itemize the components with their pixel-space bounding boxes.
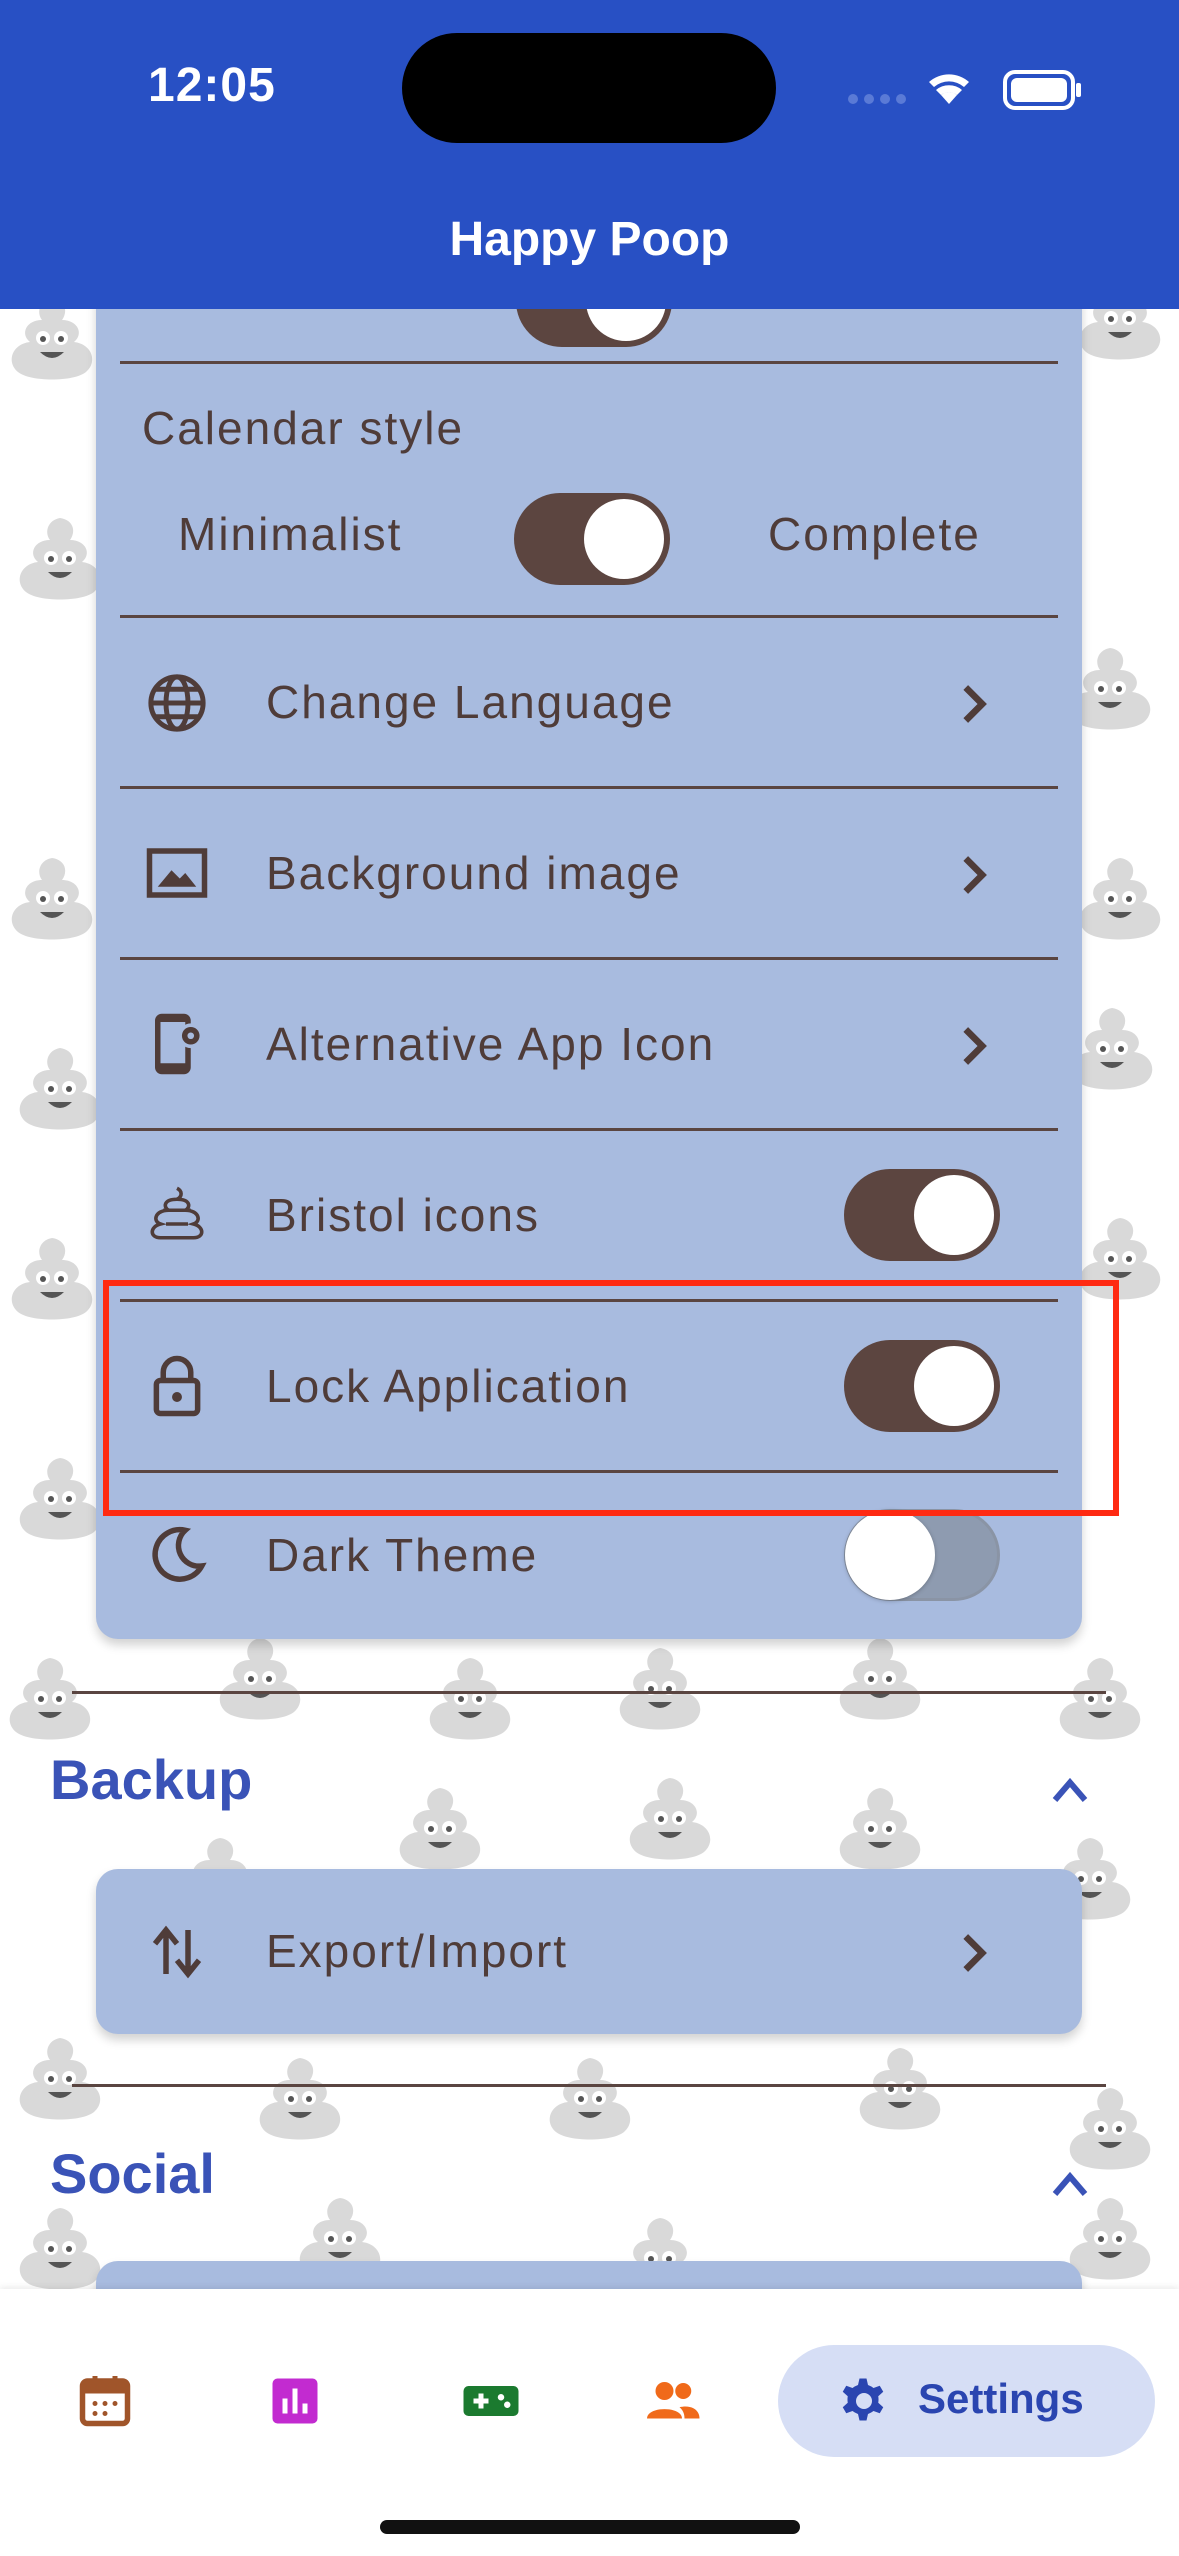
wifi-icon bbox=[929, 74, 969, 104]
change-language-row[interactable]: Change Language bbox=[96, 617, 1082, 787]
bristol-icons-row: Bristol icons bbox=[96, 1130, 1082, 1300]
social-card bbox=[96, 2261, 1082, 2289]
dark-theme-row: Dark Theme bbox=[96, 1472, 1082, 1639]
status-time: 12:05 bbox=[148, 59, 276, 112]
nav-games[interactable] bbox=[436, 2345, 536, 2457]
chevron-right-icon bbox=[963, 856, 987, 894]
bristol-icons-label: Bristol icons bbox=[266, 1189, 540, 1241]
people-icon bbox=[647, 2382, 700, 2419]
home-indicator bbox=[380, 2520, 800, 2534]
alternative-app-icon-label: Alternative App Icon bbox=[266, 1018, 716, 1070]
chevron-right-icon bbox=[963, 1027, 987, 1065]
alternative-app-icon-row[interactable]: Alternative App Icon bbox=[96, 959, 1082, 1129]
status-icons bbox=[848, 70, 1081, 110]
background-image-label: Background image bbox=[266, 847, 682, 899]
settings-scroll-area[interactable]: Calendar style Minimalist Complete Chang… bbox=[0, 309, 1179, 2289]
nav-social[interactable] bbox=[625, 2345, 715, 2457]
export-import-label: Export/Import bbox=[266, 1925, 569, 1977]
phone-settings-icon bbox=[155, 1013, 204, 1075]
calendar-style-title: Calendar style bbox=[142, 402, 465, 454]
chevron-right-icon bbox=[963, 685, 987, 723]
section-divider bbox=[72, 1691, 1106, 1694]
top-partial-toggle[interactable] bbox=[516, 309, 672, 347]
gamepad-icon bbox=[463, 2386, 519, 2416]
nav-settings-label: Settings bbox=[918, 2375, 1084, 2422]
nav-settings[interactable]: Settings bbox=[778, 2345, 1155, 2457]
backup-section-title[interactable]: Backup bbox=[50, 1747, 252, 1812]
globe-icon bbox=[148, 674, 206, 732]
lock-application-row: Lock Application bbox=[96, 1301, 1082, 1471]
section-divider bbox=[72, 2084, 1106, 2087]
stats-icon bbox=[272, 2378, 318, 2424]
bristol-icons-toggle[interactable] bbox=[844, 1169, 1000, 1261]
change-language-label: Change Language bbox=[266, 676, 675, 728]
backup-card: Export/Import bbox=[96, 1869, 1082, 2034]
nav-stats[interactable] bbox=[250, 2345, 340, 2457]
bottom-navigation: Settings bbox=[0, 2289, 1179, 2556]
nav-calendar[interactable] bbox=[60, 2345, 150, 2457]
dark-theme-label: Dark Theme bbox=[266, 1529, 539, 1581]
lock-application-label: Lock Application bbox=[266, 1360, 631, 1412]
chevron-up-icon[interactable] bbox=[1050, 1775, 1090, 1805]
swap-vertical-icon bbox=[152, 1925, 202, 1979]
calendar-style-complete: Complete bbox=[768, 508, 981, 560]
calendar-icon bbox=[79, 2376, 131, 2427]
battery-icon bbox=[1003, 70, 1081, 110]
divider bbox=[120, 361, 1058, 364]
signal-icon bbox=[848, 94, 906, 104]
gear-icon bbox=[842, 2378, 884, 2421]
moon-icon bbox=[152, 1526, 207, 1582]
export-import-row[interactable]: Export/Import bbox=[96, 1869, 1082, 2034]
app-title: Happy Poop bbox=[449, 213, 730, 266]
chevron-right-icon bbox=[963, 1934, 987, 1972]
calendar-style-toggle[interactable] bbox=[514, 493, 670, 585]
appearance-card: Calendar style Minimalist Complete Chang… bbox=[96, 309, 1082, 1639]
poop-outline-icon bbox=[150, 1186, 204, 1240]
app-header: 12:05 Happy Poop bbox=[0, 0, 1179, 309]
lock-application-toggle[interactable] bbox=[844, 1340, 1000, 1432]
dark-theme-toggle[interactable] bbox=[844, 1509, 1000, 1601]
dynamic-island bbox=[402, 33, 776, 143]
image-icon bbox=[146, 848, 208, 898]
calendar-style-minimalist: Minimalist bbox=[178, 508, 403, 560]
background-image-row[interactable]: Background image bbox=[96, 788, 1082, 958]
chevron-up-icon[interactable] bbox=[1050, 2169, 1090, 2199]
lock-icon bbox=[153, 1355, 201, 1417]
social-section-title[interactable]: Social bbox=[50, 2141, 215, 2206]
